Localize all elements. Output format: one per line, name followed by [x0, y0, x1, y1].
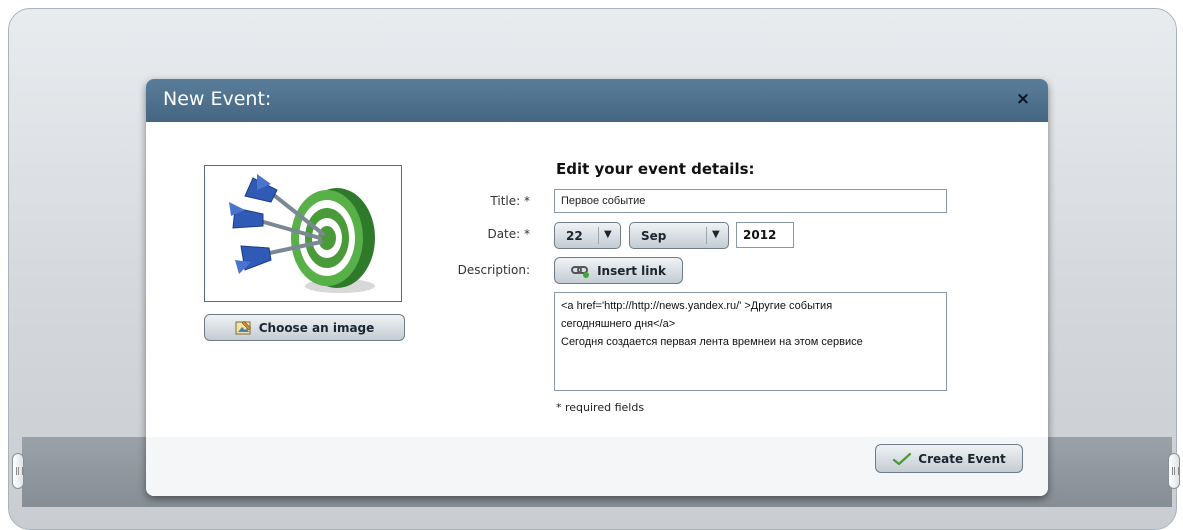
link-icon [571, 265, 590, 278]
required-fields-note: * required fields [556, 401, 645, 414]
title-label: Title: * [490, 194, 530, 208]
description-line: <a href='http://http://news.yandex.ru/' … [561, 300, 833, 312]
insert-link-label: Insert link [597, 263, 666, 278]
day-value: 22 [566, 229, 583, 243]
chevron-down-icon: ▼ [604, 229, 612, 240]
dialog-header: New Event: × [146, 79, 1048, 122]
right-scroll-handle[interactable] [1168, 453, 1180, 489]
form-heading: Edit your event details: [556, 160, 755, 178]
event-image-preview [204, 165, 402, 302]
description-line: сегодняшнего дня</a> [561, 318, 676, 330]
date-label: Date: * [487, 227, 530, 241]
separator [706, 227, 707, 244]
choose-image-button[interactable]: Choose an image [204, 314, 405, 341]
checkmark-icon [893, 452, 912, 465]
create-event-button[interactable]: Create Event [875, 444, 1023, 473]
month-select[interactable]: Sep ▼ [629, 222, 729, 249]
title-field[interactable]: Первое событие [554, 189, 947, 213]
description-line: Сегодня создается первая лента времнеи н… [561, 336, 863, 348]
left-scroll-handle[interactable] [12, 453, 24, 489]
dialog-title: New Event: [163, 88, 272, 110]
image-edit-icon [235, 320, 252, 334]
grip-icon [16, 467, 23, 475]
create-event-label: Create Event [918, 451, 1006, 466]
separator [598, 227, 599, 244]
new-event-dialog: New Event: × Choose an image Edit your e… [146, 79, 1048, 496]
description-textarea[interactable]: <a href='http://http://news.yandex.ru/' … [554, 292, 947, 391]
close-icon[interactable]: × [1014, 90, 1032, 108]
chevron-down-icon: ▼ [712, 229, 720, 240]
description-label: Description: [457, 263, 530, 277]
choose-image-label: Choose an image [258, 320, 375, 335]
darts-target-icon [229, 174, 375, 293]
month-value: Sep [641, 229, 667, 243]
year-field[interactable]: 2012 [736, 222, 794, 248]
grip-icon [1172, 467, 1179, 475]
day-select[interactable]: 22 ▼ [554, 222, 621, 249]
insert-link-button[interactable]: Insert link [554, 257, 683, 284]
